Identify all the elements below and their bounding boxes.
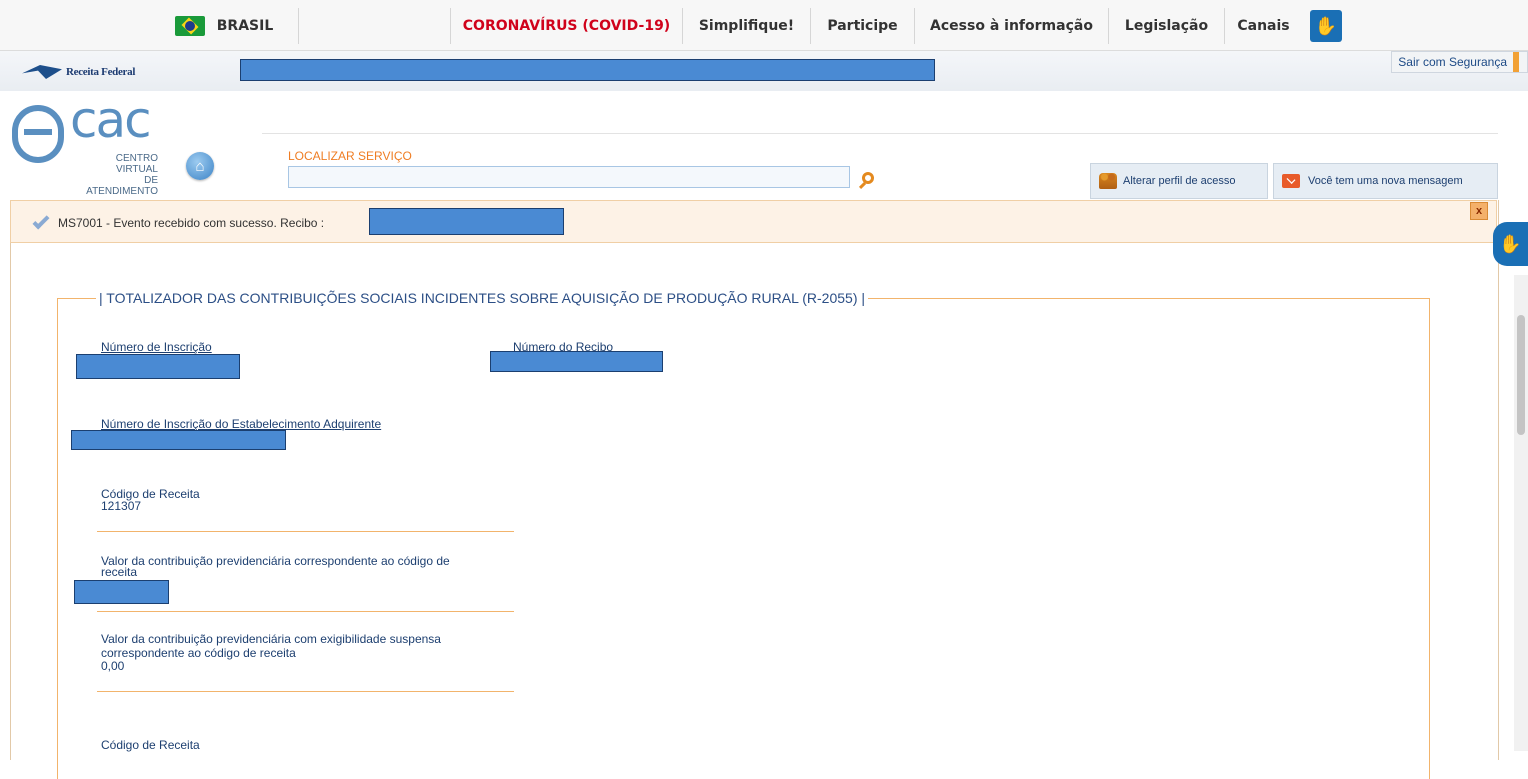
separator-2 <box>97 611 514 612</box>
redacted-recibo <box>369 208 564 235</box>
ecac-subtitle-line2: DE ATENDIMENTO <box>86 175 158 197</box>
redacted-numero-inscricao <box>76 354 240 379</box>
inscricao-estabelecimento-label: Número de Inscrição do Estabelecimento A… <box>101 417 382 431</box>
search-icon[interactable] <box>862 172 874 184</box>
separator-1 <box>97 531 514 532</box>
receita-logo-text: Receita Federal <box>66 66 136 78</box>
brasil-link[interactable]: BRASIL <box>150 8 298 44</box>
numero-inscricao-label: Número de Inscrição <box>101 340 212 354</box>
page-scrollbar[interactable] <box>1514 275 1528 751</box>
totalizador-fieldset <box>57 298 1430 779</box>
participe-link[interactable]: Participe <box>810 8 914 44</box>
alterar-perfil-button[interactable]: Alterar perfil de acesso <box>1090 163 1268 199</box>
valor-suspensa-label-line1: Valor da contribuição previdenciária com… <box>101 632 441 646</box>
ecac-subtitle: CENTRO VIRTUAL DE ATENDIMENTO <box>72 153 158 197</box>
mail-icon <box>1282 174 1300 188</box>
alterar-perfil-label: Alterar perfil de acesso <box>1123 175 1236 187</box>
nova-mensagem-label: Você tem uma nova mensagem <box>1308 175 1463 187</box>
alert-text: MS7001 - Evento recebido com sucesso. Re… <box>58 216 325 230</box>
check-icon <box>32 212 50 230</box>
canais-label: Canais <box>1237 18 1290 34</box>
redacted-inscricao-estabelecimento <box>71 430 286 450</box>
gov-bar-spacer <box>298 8 450 44</box>
simplifique-label: Simplifique! <box>698 18 795 34</box>
covid-label: CORONAVÍRUS (COVID-19) <box>462 18 671 34</box>
acesso-label: Acesso à informação <box>930 18 1093 34</box>
legislacao-label: Legislação <box>1124 18 1209 34</box>
receita-wing-icon <box>22 65 62 79</box>
logout-label: Sair com Segurança <box>1398 55 1507 69</box>
vlibras-hand-icon[interactable]: ✋ <box>1493 222 1528 266</box>
simplifique-link[interactable]: Simplifique! <box>682 8 810 44</box>
codigo-receita-value: 121307 <box>101 499 142 513</box>
success-alert: MS7001 - Evento recebido com sucesso. Re… <box>10 200 1497 243</box>
search-input[interactable] <box>288 166 850 188</box>
valor-suspensa-value: 0,00 <box>101 659 125 673</box>
covid-link[interactable]: CORONAVÍRUS (COVID-19) <box>450 8 682 44</box>
separator-3 <box>97 691 514 692</box>
alert-close-button[interactable]: x <box>1470 202 1488 220</box>
fieldset-legend: | TOTALIZADOR DAS CONTRIBUIÇÕES SOCIAIS … <box>96 290 869 306</box>
nova-mensagem-button[interactable]: Você tem uma nova mensagem <box>1273 163 1498 199</box>
logout-button[interactable]: Sair com Segurança <box>1391 51 1528 73</box>
participe-label: Participe <box>827 18 898 34</box>
search-label: LOCALIZAR SERVIÇO <box>288 149 412 163</box>
valor-contribuicao-label-line1: Valor da contribuição previdenciária cor… <box>101 554 450 568</box>
valor-contribuicao-label-line2: receita <box>101 565 138 579</box>
acesso-informacao-link[interactable]: Acesso à informação <box>914 8 1108 44</box>
gov-top-bar: BRASIL CORONAVÍRUS (COVID-19) Simplifiqu… <box>0 0 1528 51</box>
sign-language-icon[interactable]: ✋ <box>1310 10 1342 42</box>
brazil-flag-icon <box>174 16 205 36</box>
brasil-label: BRASIL <box>216 18 274 34</box>
people-icon <box>1099 173 1117 189</box>
ecac-e-icon <box>12 105 64 163</box>
home-icon[interactable]: ⌂ <box>186 152 214 180</box>
ecac-letters: cac <box>70 91 152 149</box>
valor-suspensa-label-line2: correspondente ao código de receita <box>101 646 296 660</box>
receita-logo[interactable]: Receita Federal <box>22 65 135 79</box>
redacted-valor-contribuicao <box>74 580 169 604</box>
redacted-user-name <box>240 59 935 81</box>
legislacao-link[interactable]: Legislação <box>1108 8 1224 44</box>
canais-link[interactable]: Canais <box>1224 8 1302 44</box>
ecac-subtitle-line1: CENTRO VIRTUAL <box>115 153 158 175</box>
codigo-receita-label-2: Código de Receita <box>101 738 200 752</box>
redacted-numero-recibo <box>490 351 663 372</box>
scrollbar-thumb[interactable] <box>1517 315 1525 435</box>
